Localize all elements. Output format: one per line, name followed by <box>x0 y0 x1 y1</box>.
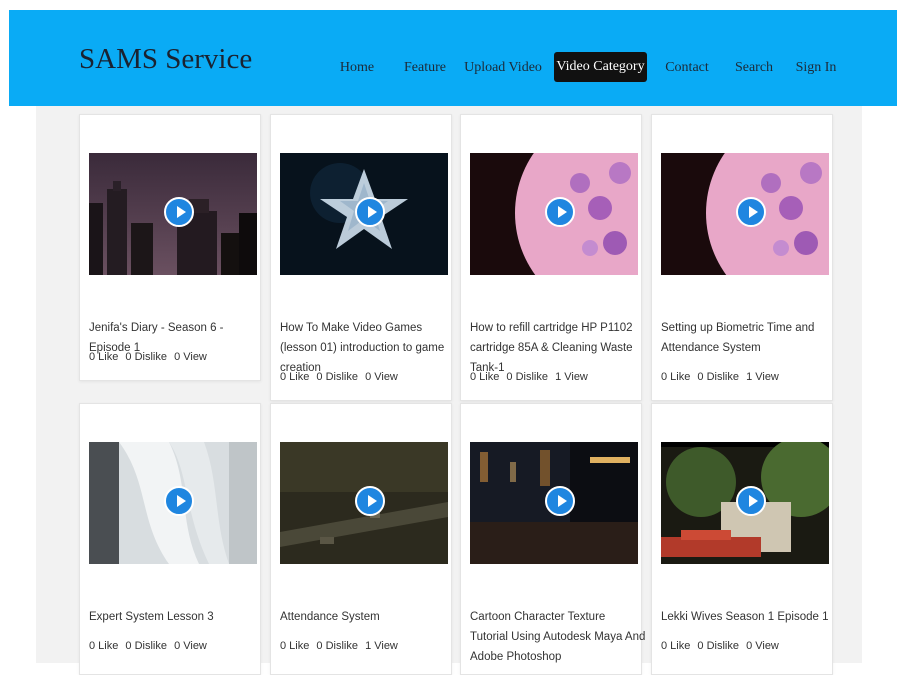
video-card[interactable]: Lekki Wives Season 1 Episode 1 0 Like 0 … <box>651 403 833 675</box>
video-stats: 0 Like 0 Dislike 0 View <box>280 370 402 384</box>
video-stats: 0 Like 0 Dislike 1 View <box>470 370 592 384</box>
nav-upload-video[interactable]: Upload Video <box>461 53 545 83</box>
site-brand[interactable]: SAMS Service <box>79 44 259 74</box>
like-count: 0 Like <box>661 640 691 652</box>
video-thumbnail[interactable] <box>89 442 257 564</box>
nav-home[interactable]: Home <box>334 53 380 83</box>
like-count: 0 Like <box>661 371 691 383</box>
view-count: 0 View <box>174 351 207 363</box>
video-title[interactable]: Cartoon Character Texture Tutorial Using… <box>470 607 646 667</box>
video-card[interactable]: How To Make Video Games (lesson 01) intr… <box>270 114 452 401</box>
dislike-count: 0 Dislike <box>125 640 167 652</box>
like-count: 0 Like <box>470 371 500 383</box>
play-icon[interactable] <box>545 197 575 227</box>
video-thumbnail[interactable] <box>661 153 829 275</box>
video-stats: 0 Like 0 Dislike 0 View <box>89 350 211 364</box>
video-card[interactable]: Jenifa's Diary - Season 6 - Episode 1 0 … <box>79 114 261 381</box>
dislike-count: 0 Dislike <box>697 371 739 383</box>
video-card[interactable]: How to refill cartridge HP P1102 cartrid… <box>460 114 642 401</box>
dislike-count: 0 Dislike <box>506 371 548 383</box>
video-card[interactable]: Expert System Lesson 3 0 Like 0 Dislike … <box>79 403 261 675</box>
like-count: 0 Like <box>89 640 119 652</box>
video-title[interactable]: Expert System Lesson 3 <box>89 607 265 627</box>
like-count: 0 Like <box>280 371 310 383</box>
view-count: 1 View <box>555 371 588 383</box>
play-icon[interactable] <box>355 197 385 227</box>
video-thumbnail[interactable] <box>470 442 638 564</box>
video-title[interactable]: Lekki Wives Season 1 Episode 1 <box>661 607 837 627</box>
video-title[interactable]: Attendance System <box>280 607 456 627</box>
play-icon[interactable] <box>545 486 575 516</box>
nav-contact[interactable]: Contact <box>659 53 715 83</box>
video-card[interactable]: Cartoon Character Texture Tutorial Using… <box>460 403 645 675</box>
nav-search[interactable]: Search <box>729 53 779 83</box>
dislike-count: 0 Dislike <box>697 640 739 652</box>
dislike-count: 0 Dislike <box>316 640 358 652</box>
video-stats: 0 Like 0 Dislike 1 View <box>661 370 783 384</box>
nav-video-category[interactable]: Video Category <box>554 52 647 82</box>
view-count: 1 View <box>365 640 398 652</box>
top-navbar: SAMS Service Home Feature Upload Video V… <box>9 10 897 106</box>
video-thumbnail[interactable] <box>280 442 448 564</box>
nav-feature[interactable]: Feature <box>396 53 454 83</box>
play-icon[interactable] <box>736 197 766 227</box>
nav-sign-in[interactable]: Sign In <box>791 53 841 83</box>
view-count: 1 View <box>746 371 779 383</box>
video-title[interactable]: How To Make Video Games (lesson 01) intr… <box>280 318 456 378</box>
play-icon[interactable] <box>164 197 194 227</box>
video-title[interactable]: How to refill cartridge HP P1102 cartrid… <box>470 318 646 378</box>
video-thumbnail[interactable] <box>280 153 448 275</box>
play-icon[interactable] <box>736 486 766 516</box>
play-icon[interactable] <box>355 486 385 516</box>
video-thumbnail[interactable] <box>89 153 257 275</box>
video-thumbnail[interactable] <box>661 442 829 564</box>
video-title[interactable]: Setting up Biometric Time and Attendance… <box>661 318 837 358</box>
like-count: 0 Like <box>280 640 310 652</box>
view-count: 0 View <box>365 371 398 383</box>
like-count: 0 Like <box>89 351 119 363</box>
view-count: 0 View <box>174 640 207 652</box>
video-stats: 0 Like 0 Dislike 0 View <box>89 639 211 653</box>
dislike-count: 0 Dislike <box>125 351 167 363</box>
video-card[interactable]: Setting up Biometric Time and Attendance… <box>651 114 833 401</box>
video-stats: 0 Like 0 Dislike 0 View <box>661 639 783 653</box>
video-thumbnail[interactable] <box>470 153 638 275</box>
view-count: 0 View <box>746 640 779 652</box>
video-card[interactable]: Attendance System 0 Like 0 Dislike 1 Vie… <box>270 403 452 675</box>
video-stats: 0 Like 0 Dislike 1 View <box>280 639 402 653</box>
dislike-count: 0 Dislike <box>316 371 358 383</box>
play-icon[interactable] <box>164 486 194 516</box>
